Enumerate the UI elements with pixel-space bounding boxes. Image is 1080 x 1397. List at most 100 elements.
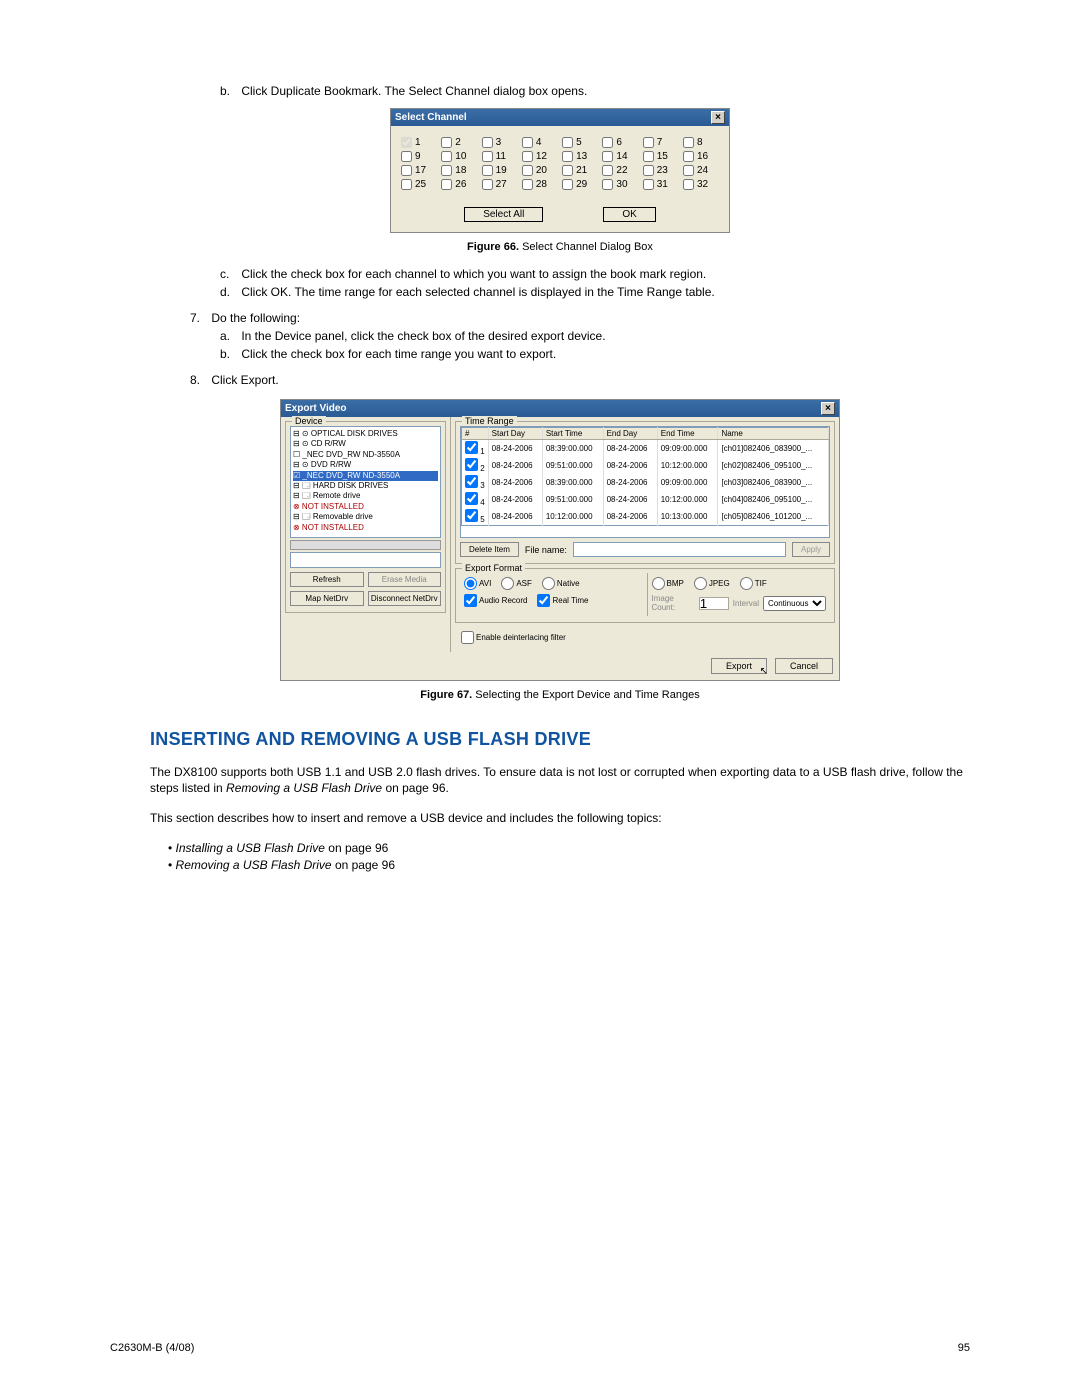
channel-6-checkbox[interactable] bbox=[602, 137, 613, 148]
channel-20-checkbox[interactable] bbox=[522, 165, 533, 176]
checkbox-audio-record[interactable]: Audio Record bbox=[464, 594, 527, 607]
channel-3[interactable]: 3 bbox=[482, 137, 518, 148]
delete-item-button[interactable]: Delete Item bbox=[460, 542, 519, 557]
channel-5-checkbox[interactable] bbox=[562, 137, 573, 148]
table-row[interactable]: 108-24-200608:39:00.00008-24-200609:09:0… bbox=[462, 440, 829, 458]
column-header[interactable]: Start Day bbox=[488, 428, 542, 440]
channel-1[interactable]: 1 bbox=[401, 137, 437, 148]
channel-7-checkbox[interactable] bbox=[643, 137, 654, 148]
channel-20[interactable]: 20 bbox=[522, 165, 558, 176]
deinterlace-checkbox[interactable] bbox=[461, 631, 474, 644]
channel-12-checkbox[interactable] bbox=[522, 151, 533, 162]
channel-9[interactable]: 9 bbox=[401, 151, 437, 162]
channel-10[interactable]: 10 bbox=[441, 151, 477, 162]
channel-4-checkbox[interactable] bbox=[522, 137, 533, 148]
radio-bmp[interactable]: BMP bbox=[652, 577, 684, 590]
close-icon[interactable]: × bbox=[821, 402, 835, 415]
channel-26-checkbox[interactable] bbox=[441, 179, 452, 190]
column-header[interactable]: Name bbox=[718, 428, 829, 440]
channel-17-checkbox[interactable] bbox=[401, 165, 412, 176]
radio-tif[interactable]: TIF bbox=[740, 577, 767, 590]
channel-19-checkbox[interactable] bbox=[482, 165, 493, 176]
table-row[interactable]: 308-24-200608:39:00.00008-24-200609:09:0… bbox=[462, 474, 829, 491]
tree-node[interactable]: ☑ _NEC DVD_RW ND-3550A bbox=[293, 471, 438, 481]
select-all-button[interactable]: Select All bbox=[464, 207, 543, 222]
channel-21-checkbox[interactable] bbox=[562, 165, 573, 176]
channel-9-checkbox[interactable] bbox=[401, 151, 412, 162]
channel-25-checkbox[interactable] bbox=[401, 179, 412, 190]
time-range-table[interactable]: #Start DayStart TimeEnd DayEnd TimeName … bbox=[461, 427, 829, 526]
channel-31-checkbox[interactable] bbox=[643, 179, 654, 190]
channel-27-checkbox[interactable] bbox=[482, 179, 493, 190]
channel-16[interactable]: 16 bbox=[683, 151, 719, 162]
tree-node[interactable]: ☐ _NEC DVD_RW ND-3550A bbox=[293, 450, 438, 460]
tree-node[interactable]: ⊟ 🗔 Remote drive bbox=[293, 491, 438, 501]
channel-22[interactable]: 22 bbox=[602, 165, 638, 176]
channel-24-checkbox[interactable] bbox=[683, 165, 694, 176]
tree-node[interactable]: ⊟ ⊙ DVD R/RW bbox=[293, 460, 438, 470]
channel-19[interactable]: 19 bbox=[482, 165, 518, 176]
tree-node[interactable]: ⊟ ⊙ CD R/RW bbox=[293, 439, 438, 449]
column-header[interactable]: Start Time bbox=[542, 428, 603, 440]
channel-17[interactable]: 17 bbox=[401, 165, 437, 176]
row-checkbox[interactable] bbox=[465, 441, 478, 454]
image-count-input[interactable] bbox=[699, 597, 729, 610]
device-tree-scrollbar[interactable] bbox=[290, 540, 441, 550]
channel-14-checkbox[interactable] bbox=[602, 151, 613, 162]
interval-select[interactable]: Continuous bbox=[763, 596, 826, 611]
channel-2-checkbox[interactable] bbox=[441, 137, 452, 148]
table-row[interactable]: 208-24-200609:51:00.00008-24-200610:12:0… bbox=[462, 457, 829, 474]
channel-12[interactable]: 12 bbox=[522, 151, 558, 162]
channel-13-checkbox[interactable] bbox=[562, 151, 573, 162]
channel-30-checkbox[interactable] bbox=[602, 179, 613, 190]
cancel-button[interactable]: Cancel bbox=[775, 658, 833, 674]
row-checkbox[interactable] bbox=[465, 475, 478, 488]
tree-node[interactable]: ⊗ NOT INSTALLED bbox=[293, 502, 438, 512]
channel-28[interactable]: 28 bbox=[522, 179, 558, 190]
channel-23-checkbox[interactable] bbox=[643, 165, 654, 176]
channel-18-checkbox[interactable] bbox=[441, 165, 452, 176]
column-header[interactable]: End Day bbox=[603, 428, 657, 440]
channel-25[interactable]: 25 bbox=[401, 179, 437, 190]
export-button[interactable]: Export ↖ bbox=[711, 658, 767, 674]
row-checkbox[interactable] bbox=[465, 458, 478, 471]
column-header[interactable]: End Time bbox=[657, 428, 718, 440]
channel-2[interactable]: 2 bbox=[441, 137, 477, 148]
channel-13[interactable]: 13 bbox=[562, 151, 598, 162]
column-header[interactable]: # bbox=[462, 428, 489, 440]
channel-29[interactable]: 29 bbox=[562, 179, 598, 190]
file-name-input[interactable] bbox=[573, 542, 786, 557]
channel-21[interactable]: 21 bbox=[562, 165, 598, 176]
channel-23[interactable]: 23 bbox=[643, 165, 679, 176]
channel-16-checkbox[interactable] bbox=[683, 151, 694, 162]
refresh-button[interactable]: Refresh bbox=[290, 572, 364, 587]
channel-10-checkbox[interactable] bbox=[441, 151, 452, 162]
channel-22-checkbox[interactable] bbox=[602, 165, 613, 176]
channel-15-checkbox[interactable] bbox=[643, 151, 654, 162]
tree-node[interactable]: ⊗ NOT INSTALLED bbox=[293, 523, 438, 533]
disconnect-netdrv-button[interactable]: Disconnect NetDrv bbox=[368, 591, 442, 606]
channel-15[interactable]: 15 bbox=[643, 151, 679, 162]
channel-4[interactable]: 4 bbox=[522, 137, 558, 148]
channel-11[interactable]: 11 bbox=[482, 151, 518, 162]
channel-7[interactable]: 7 bbox=[643, 137, 679, 148]
table-row[interactable]: 408-24-200609:51:00.00008-24-200610:12:0… bbox=[462, 491, 829, 508]
channel-1-checkbox[interactable] bbox=[401, 137, 412, 148]
channel-3-checkbox[interactable] bbox=[482, 137, 493, 148]
tree-node[interactable]: ⊟ 🗔 HARD DISK DRIVES bbox=[293, 481, 438, 491]
channel-32-checkbox[interactable] bbox=[683, 179, 694, 190]
channel-14[interactable]: 14 bbox=[602, 151, 638, 162]
close-icon[interactable]: × bbox=[711, 111, 725, 124]
radio-asf[interactable]: ASF bbox=[501, 577, 532, 590]
radio-native[interactable]: Native bbox=[542, 577, 580, 590]
channel-30[interactable]: 30 bbox=[602, 179, 638, 190]
device-path-input[interactable] bbox=[290, 552, 441, 568]
table-row[interactable]: 508-24-200610:12:00.00008-24-200610:13:0… bbox=[462, 508, 829, 526]
tree-node[interactable]: ⊟ 🗔 Removable drive bbox=[293, 512, 438, 522]
channel-27[interactable]: 27 bbox=[482, 179, 518, 190]
row-checkbox[interactable] bbox=[465, 492, 478, 505]
channel-18[interactable]: 18 bbox=[441, 165, 477, 176]
radio-avi[interactable]: AVI bbox=[464, 577, 491, 590]
channel-5[interactable]: 5 bbox=[562, 137, 598, 148]
channel-31[interactable]: 31 bbox=[643, 179, 679, 190]
